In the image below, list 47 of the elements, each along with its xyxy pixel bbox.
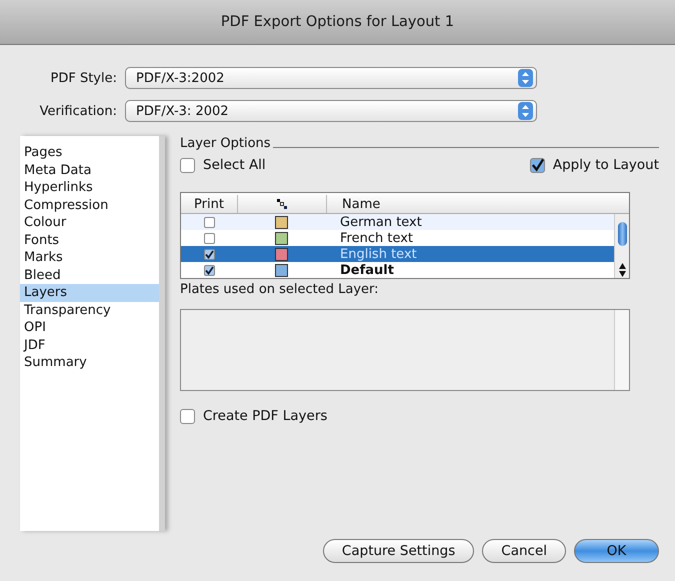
- checkmark-icon: [530, 158, 544, 172]
- sidebar-item[interactable]: OPI: [20, 319, 159, 336]
- sidebar-item[interactable]: Marks: [20, 249, 159, 266]
- sidebar-item[interactable]: Hyperlinks: [20, 179, 159, 196]
- sidebar-item[interactable]: Layers: [20, 284, 159, 302]
- sidebar-item[interactable]: Colour: [20, 214, 159, 232]
- layer-hierarchy-icon: [277, 199, 287, 209]
- layer-row[interactable]: Default: [181, 262, 614, 278]
- sidebar-item[interactable]: Compression: [20, 196, 159, 214]
- section-title: Layer Options: [180, 136, 271, 151]
- layer-name: Default: [340, 262, 394, 278]
- sidebar-item[interactable]: Pages: [20, 144, 159, 162]
- scroll-up-icon[interactable]: [618, 263, 626, 269]
- sidebar-item[interactable]: JDF: [20, 336, 159, 354]
- layer-name: French text: [340, 230, 414, 246]
- dropdown[interactable]: PDF/X-3:2002: [125, 67, 537, 89]
- dropdown[interactable]: PDF/X-3: 2002: [125, 100, 537, 122]
- column-header[interactable]: Print: [181, 195, 238, 213]
- dialog-button[interactable]: Cancel: [482, 539, 566, 563]
- column-header[interactable]: Name: [327, 195, 615, 213]
- layer-name: German text: [340, 214, 422, 230]
- sidebar-item[interactable]: Summary: [20, 354, 159, 372]
- print-checkbox[interactable]: [204, 232, 214, 244]
- window-title: PDF Export Options for Layout 1: [220, 14, 454, 30]
- dialog-button[interactable]: OK: [574, 539, 659, 563]
- dialog-button[interactable]: Capture Settings: [322, 539, 474, 563]
- create-layers-checkbox[interactable]: Create PDF Layers: [180, 408, 659, 424]
- print-checkbox[interactable]: [204, 216, 214, 228]
- stepper-icon: [518, 69, 533, 87]
- select-all-checkbox[interactable]: Select All: [180, 157, 266, 173]
- sidebar-item[interactable]: Bleed: [20, 266, 159, 284]
- layer-name: English text: [340, 246, 417, 262]
- layer-row[interactable]: English text: [181, 246, 614, 262]
- sidebar-item[interactable]: Transparency: [20, 302, 159, 319]
- print-checkbox[interactable]: [204, 248, 214, 260]
- print-checkbox[interactable]: [204, 264, 214, 276]
- layer-row[interactable]: French text: [181, 230, 614, 246]
- scroll-down-icon[interactable]: [618, 271, 626, 277]
- field-label: PDF Style:: [50, 70, 118, 86]
- plates-label: Plates used on selected Layer:: [180, 282, 380, 297]
- apply-checkbox[interactable]: Apply to Layout: [530, 157, 659, 173]
- layer-row[interactable]: German text: [181, 214, 614, 230]
- scrollbar[interactable]: [614, 214, 629, 278]
- sidebar-item[interactable]: Fonts: [20, 232, 159, 249]
- stepper-icon: [518, 102, 533, 120]
- field-label: Verification:: [38, 104, 118, 118]
- sidebar-item[interactable]: Meta Data: [20, 162, 159, 179]
